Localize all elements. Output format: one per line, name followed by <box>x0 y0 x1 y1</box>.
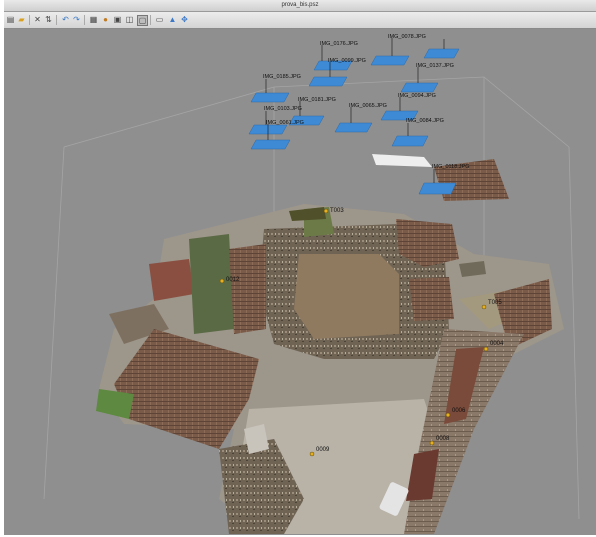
toolbar-divider <box>84 15 85 25</box>
camera-plane[interactable] <box>308 76 348 87</box>
camera-label: IMG_0181.JPG <box>298 97 336 103</box>
navigate-icon[interactable]: ✥ <box>180 15 189 24</box>
folder-icon[interactable]: ▰ <box>17 15 26 24</box>
camera-label: IMG_0118.JPG <box>432 164 470 170</box>
window-title: prova_bis.psz <box>281 2 319 8</box>
redo-icon[interactable]: ↷ <box>72 15 81 24</box>
toolbar: ▤ ▰ ✕ ⇅ ↶ ↷ ▦ ● ▣ ◫ ▢ ▭ ▲ ✥ <box>4 12 596 29</box>
textured-icon[interactable]: ▣ <box>113 15 122 24</box>
marker-label: 0009 <box>316 447 330 453</box>
toolbar-divider <box>56 15 57 25</box>
camera-label: IMG_0185.JPG <box>263 74 301 80</box>
camera-label: IMG_0103.JPG <box>264 106 302 112</box>
marker-label: 0004 <box>490 341 504 347</box>
camera-label: IMG_0099.JPG <box>328 58 366 64</box>
cameras-icon[interactable]: ▭ <box>155 15 164 24</box>
shaded-icon[interactable]: ● <box>101 15 110 24</box>
camera-label: IMG_0094.JPG <box>398 93 436 99</box>
app-window: prova_bis.psz ▤ ▰ ✕ ⇅ ↶ ↷ ▦ ● ▣ ◫ ▢ ▭ ▲ … <box>4 0 596 535</box>
toolbar-divider <box>29 15 30 25</box>
marker-label: 0008 <box>436 436 450 442</box>
camera-plane[interactable] <box>418 182 457 195</box>
camera-plane[interactable] <box>250 139 291 150</box>
toolbar-divider <box>150 15 151 25</box>
open-icon[interactable]: ▤ <box>6 15 15 24</box>
marker-label: 0006 <box>452 408 466 414</box>
markers-icon[interactable]: ▲ <box>168 15 177 24</box>
wireframe-icon[interactable]: ◫ <box>125 15 134 24</box>
camera-label: IMG_0084.JPG <box>406 118 444 124</box>
region-icon[interactable]: ▢ <box>137 15 148 26</box>
camera-label: IMG_0065.JPG <box>349 103 387 109</box>
camera-plane[interactable] <box>334 122 373 133</box>
camera-label: IMG_0061.JPG <box>266 120 304 126</box>
marker-label: 0012 <box>226 277 240 283</box>
camera-plane[interactable] <box>250 92 290 103</box>
marker-label: T005 <box>488 300 502 306</box>
title-bar: prova_bis.psz <box>4 0 596 12</box>
camera-label: IMG_0078.JPG <box>388 34 426 40</box>
camera-plane[interactable] <box>423 48 460 59</box>
camera-plane[interactable] <box>391 135 429 147</box>
marker-label: T003 <box>330 208 344 214</box>
camera-label: IMG_0176.JPG <box>320 41 358 47</box>
camera-label: IMG_0137.JPG <box>416 63 454 69</box>
reset-icon[interactable]: ⇅ <box>44 15 53 24</box>
undo-icon[interactable]: ↶ <box>61 15 70 24</box>
camera-plane[interactable] <box>370 55 410 66</box>
points-icon[interactable]: ▦ <box>89 15 98 24</box>
camera-plane[interactable] <box>400 82 439 93</box>
close-icon[interactable]: ✕ <box>33 15 42 24</box>
3d-model-viewport[interactable]: IMG_0078.JPG IMG_0176.JPG IMG_0099.JPG I… <box>4 29 596 535</box>
